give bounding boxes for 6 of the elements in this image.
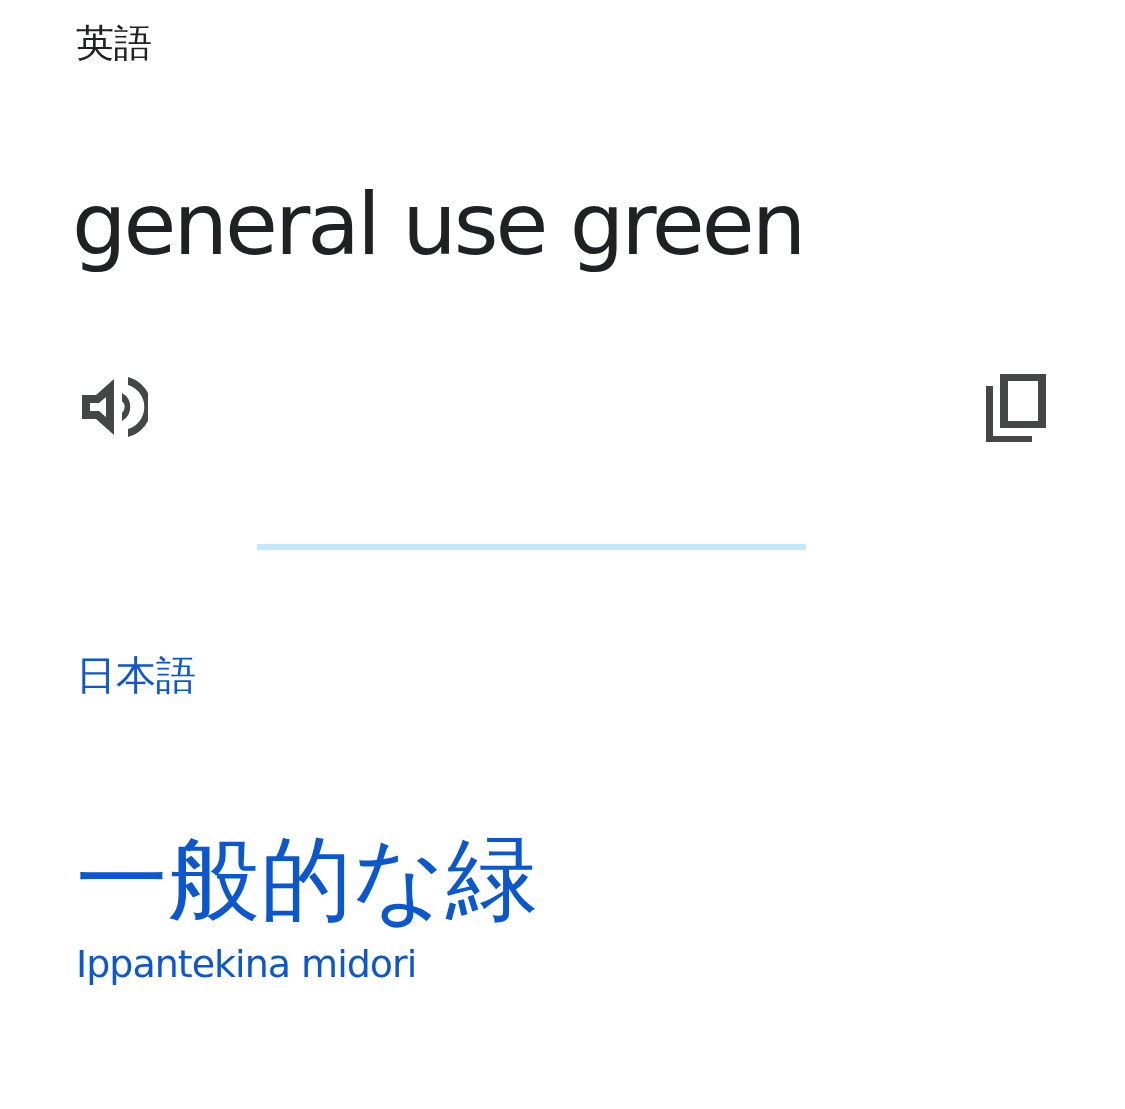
translated-text: 一般的な緑 [76, 825, 538, 935]
target-language-label: 日本語 [76, 651, 196, 700]
romanization-text: Ippantekina midori [76, 941, 417, 987]
source-language-label: 英語 [76, 20, 152, 66]
speaker-icon[interactable] [80, 375, 148, 439]
source-text: general use green [72, 174, 804, 274]
